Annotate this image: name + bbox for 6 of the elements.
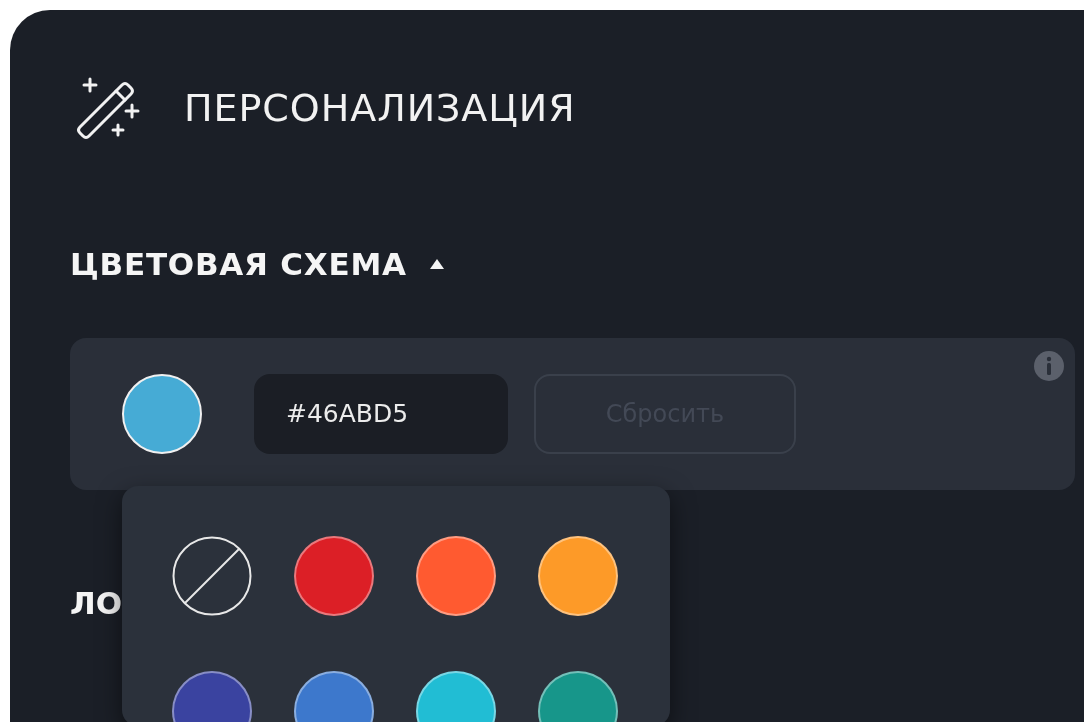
section-heading: ЛО [70, 583, 123, 623]
no-color-swatch[interactable] [172, 535, 252, 616]
hex-input-field[interactable]: #46ABD5 [254, 373, 508, 454]
section-heading: ЦВЕТОВАЯ СХЕМА [70, 245, 407, 284]
page-title: ПЕРСОНАЛИЗАЦИЯ [184, 84, 576, 132]
collapse-caret-icon[interactable] [428, 258, 445, 271]
